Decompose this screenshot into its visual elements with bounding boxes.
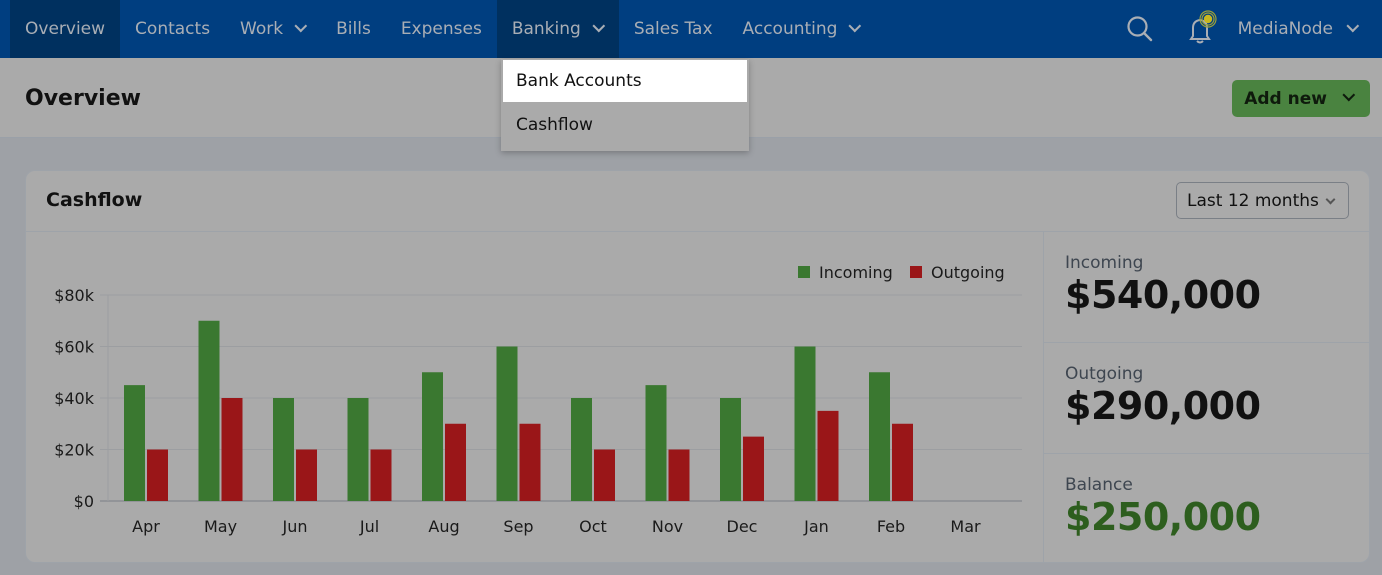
cashflow-card-header: Cashflow Last 12 months	[26, 171, 1369, 232]
stat-value: $290,000	[1065, 384, 1261, 428]
add-new-button[interactable]: Add new	[1232, 80, 1370, 117]
chevron-down-icon	[1342, 88, 1356, 102]
nav-item-label: Sales Tax	[633, 19, 713, 39]
nav-item-banking[interactable]: Banking	[496, 0, 619, 58]
bar-outgoing	[147, 449, 168, 501]
y-tick-label: $80k	[54, 286, 95, 305]
user-menu[interactable]: MediaNode	[1220, 19, 1382, 39]
bar-incoming	[347, 398, 369, 501]
chevron-down-icon	[592, 19, 605, 32]
bar-incoming	[124, 385, 145, 501]
cashflow-title: Cashflow	[46, 189, 143, 211]
bar-outgoing	[370, 449, 392, 501]
stat-value: $540,000	[1065, 273, 1261, 317]
bar-incoming	[720, 398, 741, 501]
bar-outgoing	[892, 423, 913, 501]
nav-item-overview[interactable]: Overview	[10, 0, 121, 58]
bar-incoming	[198, 320, 220, 501]
y-tick-label: $40k	[54, 389, 95, 408]
user-menu-label: MediaNode	[1237, 19, 1333, 39]
bar-outgoing	[668, 449, 690, 501]
bar-outgoing	[296, 449, 317, 501]
x-tick-label: Jun	[282, 517, 308, 536]
stat-label: Balance	[1065, 475, 1133, 495]
notifications-button[interactable]	[1180, 9, 1220, 49]
bar-outgoing	[594, 449, 615, 501]
nav-item-label: Contacts	[135, 19, 211, 39]
chevron-down-icon	[848, 19, 862, 32]
search-icon	[1126, 16, 1152, 42]
nav-item-label: Banking	[511, 19, 581, 39]
bar-outgoing	[743, 436, 764, 501]
x-tick-label: Jul	[359, 517, 379, 536]
nav-item-label: Accounting	[742, 19, 838, 39]
nav-item-bills[interactable]: Bills	[321, 0, 386, 58]
bar-outgoing	[221, 398, 243, 501]
x-tick-label: Sep	[503, 517, 533, 536]
nav-item-expenses[interactable]: Expenses	[386, 0, 497, 58]
bar-outgoing	[519, 423, 541, 501]
bar-incoming	[794, 346, 816, 501]
bar-incoming	[869, 372, 890, 501]
bar-incoming	[645, 385, 667, 501]
x-tick-label: Jan	[803, 517, 829, 536]
stat-outgoing: Outgoing $290,000	[1044, 343, 1369, 454]
legend-swatch-outgoing	[910, 266, 922, 278]
nav-item-sales-tax[interactable]: Sales Tax	[619, 0, 728, 58]
chevron-down-icon	[294, 19, 308, 32]
legend-label-incoming: Incoming	[819, 263, 893, 282]
cashflow-card: Cashflow Last 12 months $0 $20k $40k $60k $8…	[25, 170, 1370, 563]
bar-incoming	[422, 372, 443, 501]
nav-right-actions: MediaNode	[1120, 0, 1382, 58]
cashflow-chart: $0 $20k $40k $60k $80k Apr May Jun Jul Aug Sep Oct N…	[26, 232, 1044, 562]
bar-outgoing	[445, 423, 466, 501]
menu-item-cashflow[interactable]: Cashflow	[501, 102, 749, 147]
bar-outgoing	[817, 410, 839, 501]
legend-swatch-incoming	[798, 266, 810, 278]
bar-incoming	[496, 346, 518, 501]
stat-balance: Balance $250,000	[1044, 454, 1369, 562]
chevron-down-icon	[1325, 194, 1336, 205]
nav-item-label: Bills	[336, 19, 371, 39]
banking-dropdown-menu: Bank Accounts Cashflow	[501, 59, 749, 151]
legend-label-outgoing: Outgoing	[931, 263, 1005, 282]
y-tick-label: $20k	[54, 441, 95, 460]
chevron-down-icon	[1346, 19, 1360, 32]
bar-incoming	[273, 398, 294, 501]
nav-item-label: Work	[240, 19, 284, 39]
nav-item-work[interactable]: Work	[225, 0, 321, 58]
nav-item-contacts[interactable]: Contacts	[120, 0, 225, 58]
x-tick-label: Apr	[132, 517, 160, 536]
stat-incoming: Incoming $540,000	[1044, 232, 1369, 343]
bell-icon	[1188, 10, 1217, 44]
x-tick-label: Feb	[877, 517, 905, 536]
search-button[interactable]	[1120, 9, 1160, 49]
stat-label: Incoming	[1065, 253, 1144, 273]
stat-value: $250,000	[1065, 495, 1261, 539]
x-tick-label: Dec	[727, 517, 758, 536]
period-select-value: Last 12 months	[1187, 190, 1319, 211]
x-tick-label: May	[204, 517, 237, 536]
cashflow-stats: Incoming $540,000 Outgoing $290,000 Bala…	[1044, 232, 1369, 562]
x-tick-label: Oct	[579, 517, 607, 536]
nav-item-accounting[interactable]: Accounting	[728, 0, 876, 58]
bar-incoming	[571, 398, 592, 501]
top-navigation: Overview Contacts Work Bills Expenses Banking…	[0, 0, 1382, 58]
cashflow-chart-svg: $0 $20k $40k $60k $80k Apr May Jun Jul Aug Sep Oct N…	[54, 263, 1022, 536]
nav-item-label: Expenses	[400, 19, 482, 39]
add-new-label: Add new	[1244, 88, 1327, 109]
x-tick-label: Mar	[950, 517, 981, 536]
period-select[interactable]: Last 12 months	[1176, 182, 1349, 219]
y-tick-label: $60k	[54, 338, 95, 357]
nav-item-label: Overview	[25, 19, 106, 39]
stat-label: Outgoing	[1065, 364, 1144, 384]
x-tick-label: Nov	[652, 517, 683, 536]
x-tick-label: Aug	[428, 517, 459, 536]
menu-item-bank-accounts[interactable]: Bank Accounts	[503, 60, 747, 102]
page-title: Overview	[25, 86, 141, 111]
y-tick-label: $0	[74, 492, 94, 511]
